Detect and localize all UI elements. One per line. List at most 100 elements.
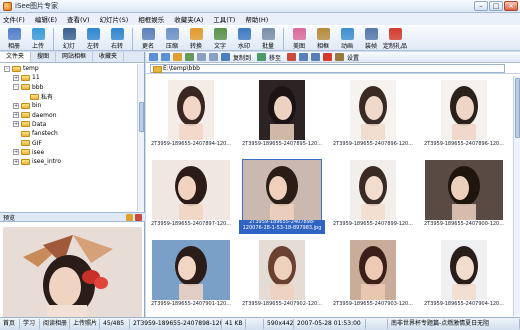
toolbar-button-8[interactable]: 压缩	[160, 26, 184, 50]
toolbar-button-9[interactable]: 转换	[184, 26, 208, 50]
toolbar-button-10[interactable]: 文字	[208, 26, 232, 50]
address-input[interactable]: E:\temp\bbb	[150, 63, 505, 73]
close-button[interactable]: ×	[504, 1, 518, 11]
tree-item[interactable]: 私有	[0, 92, 138, 101]
tree-item-label: daemon	[32, 111, 57, 119]
status-cell-0[interactable]: 首页	[0, 319, 20, 329]
toolbar-button-7[interactable]: 更名	[136, 26, 160, 50]
thumbnail-item[interactable]: 2T3959-189655-2407903-120...	[330, 238, 416, 316]
expand-toggle-icon[interactable]: -	[13, 84, 19, 91]
toolbar-button-3[interactable]: 幻灯	[57, 26, 81, 50]
compress-icon	[165, 28, 179, 40]
tree-item[interactable]: GIF	[0, 138, 138, 147]
sort-icon[interactable]	[209, 53, 218, 61]
status-cell-1[interactable]: 学习	[20, 319, 40, 329]
thumbnail-item[interactable]: 2T3959-189655-2407896-120...	[330, 78, 416, 156]
view-mode-icon[interactable]	[197, 53, 206, 61]
thumbnail-item[interactable]: 2T3959-189655-2407895-120...	[239, 78, 325, 156]
edit-icon[interactable]	[299, 53, 309, 61]
menu-item-5[interactable]: 收藏夹(A)	[174, 14, 203, 24]
menu-item-1[interactable]: 编辑(E)	[35, 14, 57, 24]
expand-toggle-icon[interactable]: +	[13, 149, 19, 156]
maximize-button[interactable]: □	[489, 1, 503, 11]
toolbar-button-11[interactable]: 水印	[232, 26, 256, 50]
tree-item[interactable]: + daemon	[0, 110, 138, 119]
left-tab-2[interactable]: 网站相框	[56, 52, 94, 62]
menu-item-7[interactable]: 帮助(H)	[245, 14, 268, 24]
menu-item-4[interactable]: 相框娱乐	[138, 14, 164, 24]
refresh-icon[interactable]	[185, 53, 194, 61]
tree-item[interactable]: - bbb	[0, 83, 138, 92]
toolbar-button-4[interactable]: 左转	[81, 26, 105, 50]
expand-toggle-icon[interactable]: +	[13, 74, 19, 81]
remove-icon[interactable]	[323, 53, 333, 61]
toolbar-button-1[interactable]: 上传	[26, 26, 50, 50]
menu-item-2[interactable]: 查看(V)	[67, 14, 90, 24]
thumbnail-item[interactable]: 2T3959-189655-2407904-120...	[421, 238, 507, 316]
toolbar-button-0[interactable]: 相册	[2, 26, 26, 50]
delete-icon[interactable]	[287, 53, 297, 61]
watermark-icon	[237, 28, 251, 40]
tree-item[interactable]: - temp	[0, 64, 138, 73]
menu-item-6[interactable]: 工具(T)	[213, 14, 235, 24]
thumbnail-item[interactable]: 2T3959-189655-2407901-120...	[148, 238, 234, 316]
grid-scrollbar-thumb[interactable]	[515, 78, 520, 138]
settings-button[interactable]: 设置	[335, 53, 359, 62]
thumbnail-caption: 2T3959-189655-2407902-120...	[241, 301, 323, 307]
thumbnail-item[interactable]: 2T3959-189655-2407902-120...	[239, 238, 325, 316]
tree-item-label: temp	[23, 65, 39, 73]
up-folder-icon[interactable]	[173, 53, 182, 61]
tree-item[interactable]: + bin	[0, 101, 138, 110]
thumbnail-item[interactable]: 2T3959-189655-2407897-120...	[148, 158, 234, 236]
thumbnail-caption: 2T3959-189655-2407895-120...	[241, 141, 323, 147]
thumbnail-item[interactable]: 2T3959-189655-2407899-120...	[330, 158, 416, 236]
tree-scrollbar[interactable]	[137, 64, 144, 211]
rotate-left-icon	[86, 28, 100, 40]
frame-icon	[316, 28, 330, 40]
move-to-button[interactable]: 移至	[257, 53, 281, 62]
grid-scrollbar[interactable]	[513, 76, 520, 316]
expand-toggle-icon[interactable]: +	[13, 112, 19, 119]
folder-icon	[30, 93, 39, 100]
thumbnail-item[interactable]: 2T3959-189655-2407898-120076-28-1-53-18-…	[239, 158, 325, 236]
crop-icon[interactable]	[311, 53, 321, 61]
tree-item[interactable]: +11	[0, 73, 138, 82]
copy-to-button[interactable]: 复制到	[221, 53, 251, 62]
status-cell-3[interactable]: 上传照片	[70, 319, 100, 329]
menu-item-0[interactable]: 文件(F)	[3, 14, 25, 24]
left-tab-1[interactable]: 搜图	[31, 52, 57, 62]
preview-settings-icon[interactable]	[126, 214, 133, 221]
thumbnail-item[interactable]: 2T3959-189655-2407896-120...	[421, 78, 507, 156]
left-tab-3[interactable]: 收藏夹	[93, 52, 125, 62]
toolbar-button-14[interactable]: 美图	[287, 26, 311, 50]
toolbar-button-label: 装帧	[364, 43, 377, 50]
expand-toggle-icon[interactable]: +	[13, 102, 19, 109]
expand-toggle-icon[interactable]: -	[4, 65, 10, 72]
preview-close-icon[interactable]	[135, 214, 142, 221]
status-cell-2[interactable]: 阅读相册	[40, 319, 70, 329]
app-logo-icon	[3, 1, 12, 11]
minimize-button[interactable]: –	[474, 1, 488, 11]
tree-item[interactable]: fanstech	[0, 129, 138, 138]
tree-item[interactable]: + Data	[0, 120, 138, 129]
main-toolbar: 相册 上传 幻灯 左转 右转 更名 压缩 转换 文字 水印 批量 美图 相框 动画 装帧 定制礼品	[0, 25, 520, 51]
toolbar-button-5[interactable]: 右转	[105, 26, 129, 50]
back-icon[interactable]	[149, 53, 158, 61]
menu-item-3[interactable]: 幻灯片(S)	[100, 14, 129, 24]
toolbar-button-12[interactable]: 批量	[256, 26, 280, 50]
toolbar-button-15[interactable]: 相框	[311, 26, 335, 50]
tree-item[interactable]: + isee_intro	[0, 157, 138, 166]
expand-toggle-icon[interactable]: +	[13, 121, 19, 128]
thumbnail-item[interactable]: 2T3959-189655-2407900-120...	[421, 158, 507, 236]
tree-item[interactable]: + isee	[0, 148, 138, 157]
toolbar-button-17[interactable]: 装帧	[359, 26, 383, 50]
thumbnail-item[interactable]: 2T3959-189655-2407894-120...	[148, 78, 234, 156]
expand-toggle-icon[interactable]: +	[13, 158, 19, 165]
toolbar-button-18[interactable]: 定制礼品	[383, 26, 407, 50]
toolbar-button-label: 更名	[141, 43, 154, 50]
toolbar-button-16[interactable]: 动画	[335, 26, 359, 50]
forward-icon[interactable]	[161, 53, 170, 61]
tree-scrollbar-thumb[interactable]	[139, 102, 144, 132]
left-tab-0[interactable]: 文件夹	[0, 52, 32, 62]
